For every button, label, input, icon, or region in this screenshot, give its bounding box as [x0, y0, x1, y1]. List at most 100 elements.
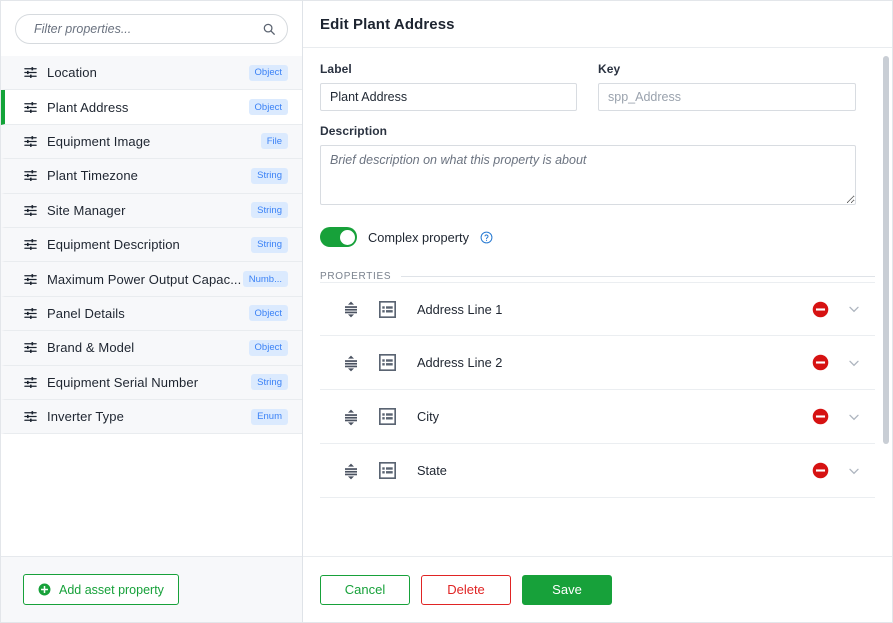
property-type-badge: Object — [248, 305, 288, 322]
tune-icon — [23, 134, 38, 149]
asset-property-editor: Location Object Plant Address Object Equipme… — [0, 0, 893, 623]
sidebar-item-panel-details[interactable]: Panel Details Object — [1, 296, 302, 332]
panel-footer: Cancel Delete Save — [303, 556, 892, 622]
filter-properties-search[interactable] — [15, 14, 288, 44]
sidebar-item-brand-model[interactable]: Brand & Model Object — [1, 331, 302, 366]
properties-sidebar: Location Object Plant Address Object Equipme… — [0, 0, 303, 623]
form-list-icon — [378, 407, 397, 426]
label-key-field-row: Label Key — [320, 62, 875, 111]
minus-circle-icon[interactable] — [812, 354, 829, 371]
cancel-button[interactable]: Cancel — [320, 574, 410, 605]
sub-property-label: State — [417, 463, 447, 478]
description-field-group: Description — [320, 124, 875, 210]
key-field-group: Key — [598, 62, 856, 111]
property-type-badge: Enum — [251, 408, 288, 425]
chevron-down-icon[interactable] — [846, 463, 862, 479]
panel-header: Edit Plant Address — [303, 1, 892, 48]
sidebar-item-inverter-type[interactable]: Inverter Type Enum — [1, 399, 302, 435]
sub-properties-list: Address Line 1 Address Line 2 City State — [320, 282, 875, 498]
key-field-caption: Key — [598, 62, 621, 76]
property-list: Location Object Plant Address Object Equipme… — [1, 56, 302, 556]
page-title: Edit Plant Address — [320, 15, 455, 33]
sub-property-label: Address Line 2 — [417, 355, 503, 370]
chevron-down-icon[interactable] — [846, 301, 862, 317]
search-input[interactable] — [32, 21, 262, 37]
sidebar-item-location[interactable]: Location Object — [1, 56, 302, 91]
chevron-down-icon[interactable] — [846, 409, 862, 425]
sub-property-label: Address Line 1 — [417, 301, 503, 317]
save-button[interactable]: Save — [522, 574, 612, 605]
add-asset-property-label: Add asset property — [59, 582, 164, 597]
drag-handle-icon[interactable] — [344, 301, 358, 318]
toggle-knob — [339, 229, 355, 245]
property-type-badge: String — [251, 236, 288, 253]
search-icon — [262, 22, 276, 36]
sidebar-item-label: Site Manager — [47, 202, 126, 218]
description-field-caption: Description — [320, 124, 388, 138]
sidebar-item-plant-address[interactable]: Plant Address Object — [1, 90, 302, 125]
sidebar-item-label: Brand & Model — [47, 340, 135, 356]
sidebar-item-label: Equipment Image — [47, 133, 151, 149]
property-type-badge: Object — [248, 64, 288, 81]
sub-property-row: State — [320, 444, 875, 498]
add-asset-property-button[interactable]: Add asset property — [23, 574, 179, 605]
sidebar-item-maximum-power-output-capac[interactable]: Maximum Power Output Capac... Numb... — [1, 262, 302, 297]
property-type-badge: String — [251, 202, 288, 219]
complex-property-row: Complex property — [320, 227, 875, 247]
property-type-badge: Object — [248, 339, 288, 356]
drag-handle-icon[interactable] — [344, 355, 358, 371]
drag-handle-icon[interactable] — [344, 409, 358, 425]
tune-icon — [23, 237, 38, 252]
minus-circle-icon[interactable] — [812, 301, 829, 318]
tune-icon — [23, 272, 38, 287]
sidebar-item-equipment-image[interactable]: Equipment Image File — [1, 124, 302, 160]
minus-circle-icon[interactable] — [812, 408, 829, 425]
tune-icon — [23, 203, 38, 218]
sidebar-item-label: Inverter Type — [47, 409, 124, 425]
panel-body: Label Key Description Complex property — [303, 48, 892, 556]
description-textarea[interactable] — [320, 145, 856, 205]
sidebar-item-label: Maximum Power Output Capac... — [47, 271, 242, 287]
chevron-down-icon[interactable] — [846, 355, 862, 371]
section-divider — [401, 276, 875, 277]
sidebar-item-label: Panel Details — [47, 305, 125, 321]
tune-icon — [23, 100, 38, 115]
key-input[interactable] — [598, 83, 856, 111]
tune-icon — [23, 168, 38, 183]
label-field-caption: Label — [320, 62, 352, 76]
panel-scrollbar-thumb[interactable] — [883, 56, 889, 444]
form-list-icon — [378, 461, 397, 480]
property-type-badge: Object — [248, 99, 288, 116]
sidebar-item-site-manager[interactable]: Site Manager String — [1, 193, 302, 228]
drag-handle-icon[interactable] — [344, 463, 358, 479]
properties-section-header: PROPERTIES — [320, 271, 875, 282]
sidebar-item-plant-timezone[interactable]: Plant Timezone String — [1, 159, 302, 194]
property-type-badge: Numb... — [242, 271, 288, 288]
delete-button[interactable]: Delete — [421, 574, 511, 605]
sidebar-item-label: Equipment Description — [47, 237, 180, 253]
sidebar-item-label: Plant Address — [47, 99, 129, 115]
sidebar-item-label: Plant Timezone — [47, 168, 139, 184]
property-type-badge: File — [260, 133, 288, 150]
complex-property-label: Complex property — [368, 229, 469, 245]
question-circle-icon[interactable] — [480, 231, 493, 244]
properties-section-label: PROPERTIES — [320, 271, 392, 282]
complex-property-toggle[interactable] — [320, 227, 357, 247]
sub-property-row: Address Line 1 — [320, 282, 875, 336]
edit-property-panel: Edit Plant Address Label Key Description — [303, 0, 893, 623]
property-type-badge: String — [251, 167, 288, 184]
plus-circle-icon — [38, 583, 51, 596]
form-list-icon — [378, 300, 397, 318]
sidebar-item-label: Location — [47, 65, 97, 81]
tune-icon — [23, 65, 38, 80]
sidebar-footer: Add asset property — [1, 556, 302, 622]
label-input[interactable] — [320, 83, 577, 111]
minus-circle-icon[interactable] — [812, 462, 829, 479]
property-type-badge: String — [251, 374, 288, 391]
label-field-group: Label — [320, 62, 577, 111]
sidebar-item-equipment-description[interactable]: Equipment Description String — [1, 227, 302, 263]
tune-icon — [23, 340, 38, 355]
sub-property-label: City — [417, 409, 440, 424]
form-list-icon — [378, 353, 397, 372]
sidebar-item-equipment-serial-number[interactable]: Equipment Serial Number String — [1, 365, 302, 400]
